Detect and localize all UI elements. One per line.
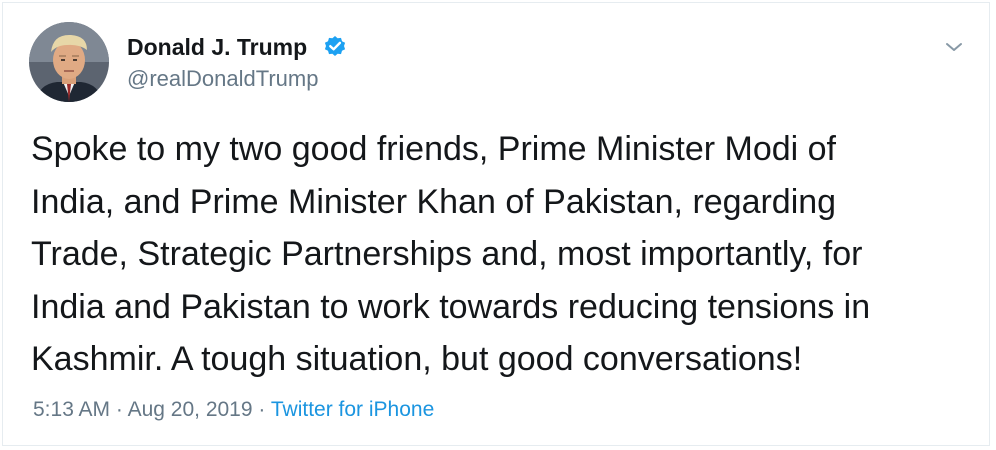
avatar[interactable] (29, 22, 109, 102)
avatar-image (29, 22, 109, 102)
tweet-date[interactable]: Aug 20, 2019 (128, 398, 253, 421)
verified-badge-icon (324, 36, 346, 56)
tweet-card: Donald J. Trump @realDonaldTrump Spoke t… (2, 2, 990, 446)
meta-separator: · (258, 398, 266, 421)
tweet-meta: 5:13 AM · Aug 20, 2019 · Twitter for iPh… (33, 397, 434, 423)
tweet-time[interactable]: 5:13 AM (33, 398, 110, 421)
author-handle[interactable]: @realDonaldTrump (127, 66, 318, 92)
tweet-text: Spoke to my two good friends, Prime Mini… (31, 130, 871, 378)
meta-separator: · (115, 398, 123, 421)
chevron-down-icon[interactable] (943, 39, 965, 55)
tweet-source-link[interactable]: Twitter for iPhone (271, 398, 434, 421)
author-name[interactable]: Donald J. Trump (127, 34, 307, 60)
